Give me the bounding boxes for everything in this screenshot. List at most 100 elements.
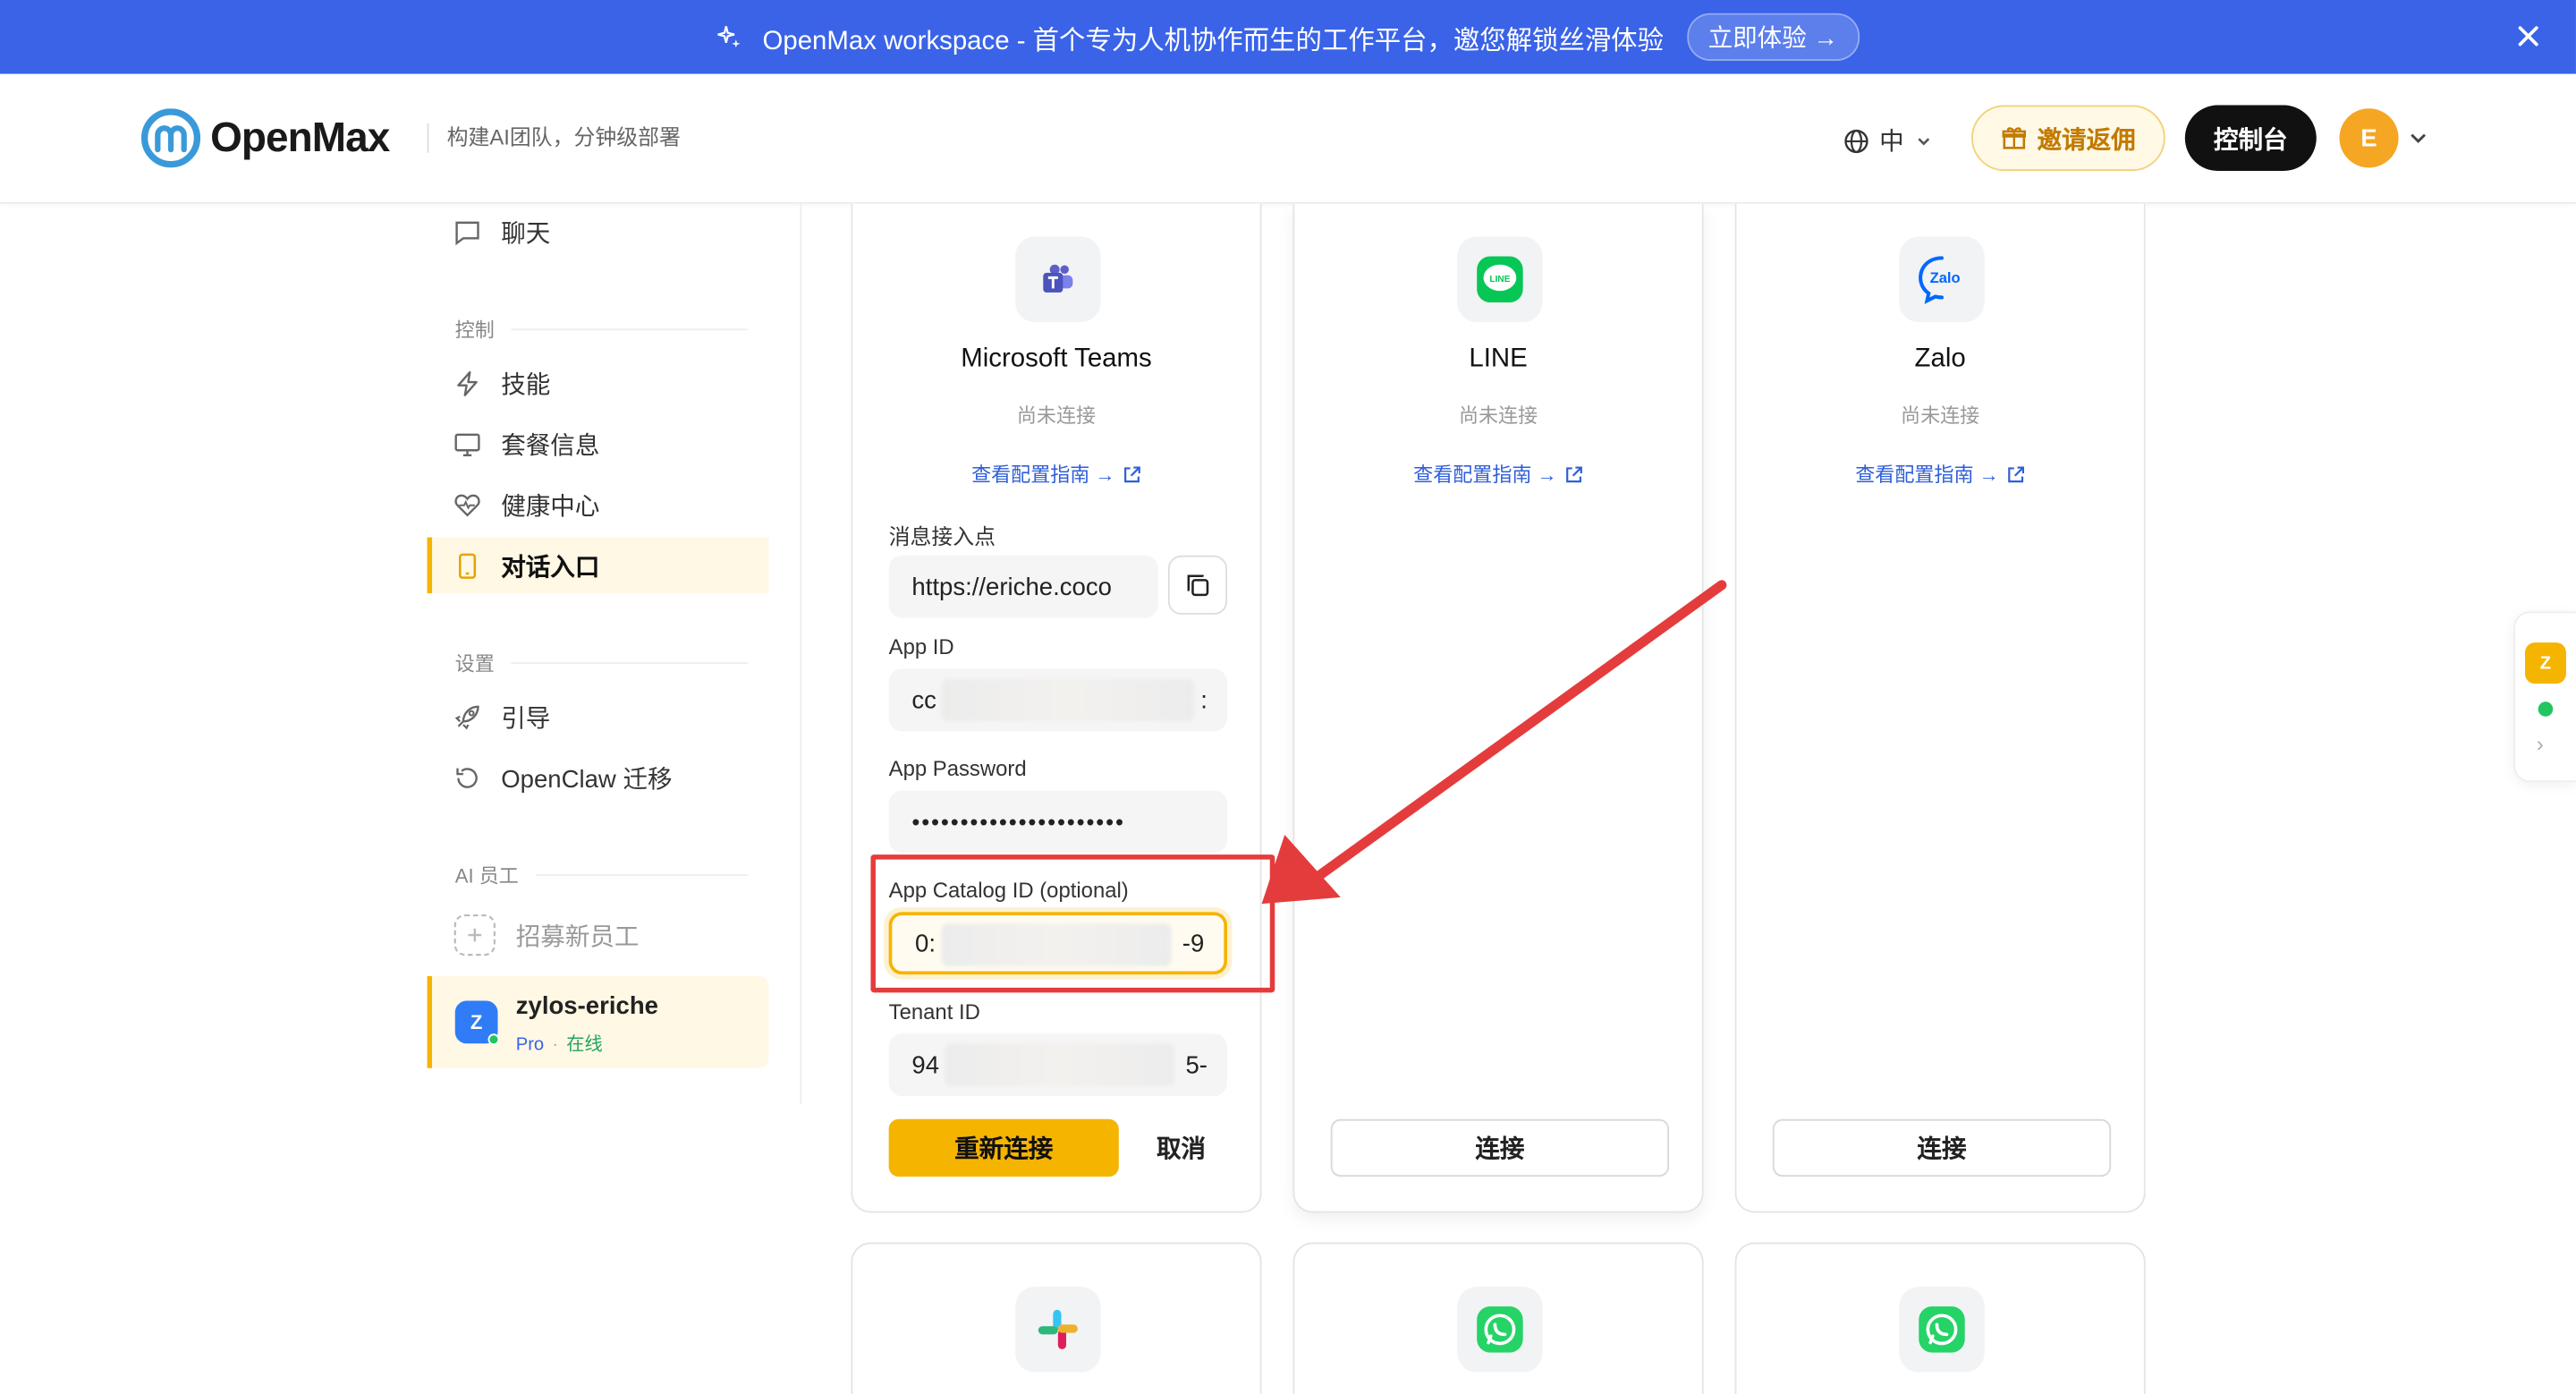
field-value-suffix: 5- <box>1185 1050 1208 1079</box>
copy-icon <box>1187 574 1209 597</box>
sidebar-item-migrate[interactable]: OpenClaw 迁移 <box>428 750 769 805</box>
sidebar-item-entry[interactable]: 对话入口 <box>427 537 769 594</box>
console-button[interactable]: 控制台 <box>2184 105 2317 172</box>
app-id-label: App ID <box>888 633 954 659</box>
tenant-id-field[interactable]: 94 5- <box>888 1033 1228 1097</box>
sidebar-item-label: 引导 <box>501 704 551 733</box>
app-password-label: App Password <box>888 755 1027 781</box>
sidebar-item-label: 套餐信息 <box>501 431 600 460</box>
sidebar-item-label: 对话入口 <box>501 553 600 582</box>
cancel-button[interactable]: 取消 <box>1135 1119 1227 1177</box>
annotation-highlight-box <box>870 854 1275 993</box>
config-guide-link[interactable]: 查看配置指南 → <box>852 460 1260 488</box>
add-user-icon <box>453 914 496 956</box>
online-status-dot <box>2538 701 2554 717</box>
section-control: 控制 <box>455 316 748 344</box>
connection-status: 尚未连接 <box>1016 404 1097 428</box>
agent-badge: Z <box>2525 642 2566 684</box>
user-avatar[interactable]: E <box>2339 108 2399 168</box>
endpoint-field[interactable]: https://eriche.coco <box>888 555 1158 618</box>
invite-label: 邀请返佣 <box>2037 125 2136 154</box>
floating-agent-panel[interactable]: Z › <box>2513 611 2576 783</box>
guide-label: 查看配置指南 → <box>1855 463 1999 487</box>
slack-icon <box>1015 1287 1101 1373</box>
chevron-right-icon[interactable]: › <box>2537 731 2544 756</box>
rocket-icon <box>453 702 481 730</box>
external-link-icon <box>2007 465 2024 482</box>
gift-icon <box>2002 127 2026 149</box>
chevron-down-icon <box>1918 137 1930 145</box>
line-icon-text: LINE <box>1489 275 1510 285</box>
config-guide-link[interactable]: 查看配置指南 → <box>1736 460 2144 488</box>
history-icon <box>453 763 481 791</box>
channel-card-whatsapp <box>1292 1242 1704 1394</box>
language-label: 中 <box>1879 128 1904 157</box>
top-header: OpenMax 构建AI团队，分钟级部署 中 邀请返佣 控制台 E <box>0 73 2576 204</box>
annotation-arrow-icon <box>1261 580 1727 905</box>
sidebar-item-chat[interactable]: 聊天 <box>428 204 769 259</box>
connect-button[interactable]: 连接 <box>1772 1118 2112 1177</box>
chat-bubble-icon <box>453 217 481 245</box>
openmax-logo-icon <box>140 108 201 168</box>
connection-status: 尚未连接 <box>1901 404 1980 428</box>
sidebar-item-label: 技能 <box>501 370 551 399</box>
meta-separator: · <box>552 1035 559 1056</box>
sidebar-item-plan[interactable]: 套餐信息 <box>428 416 769 472</box>
redaction-blur <box>945 1043 1175 1087</box>
config-guide-link[interactable]: 查看配置指南 → <box>1294 460 1702 488</box>
chevron-down-icon[interactable] <box>2407 126 2430 149</box>
banner-text: OpenMax workspace - 首个专为人机协作而生的工作平台，邀您解锁… <box>762 27 1664 55</box>
sidebar-item-health[interactable]: 健康中心 <box>428 477 769 532</box>
whatsapp-icon <box>1899 1287 1985 1373</box>
connect-button[interactable]: 连接 <box>1330 1118 1670 1177</box>
section-label: 控制 <box>454 319 495 343</box>
field-value-suffix: : <box>1200 685 1208 715</box>
sidebar-item-skills[interactable]: 技能 <box>428 355 769 411</box>
agent-name: zylos-eriche <box>515 992 659 1021</box>
recruit-new-staff-button[interactable]: 招募新员工 <box>428 907 769 963</box>
card-title: Zalo <box>1914 344 1966 373</box>
guide-label: 查看配置指南 → <box>1413 463 1557 487</box>
sidebar-item-label: 健康中心 <box>501 492 600 521</box>
card-title: Microsoft Teams <box>961 344 1152 373</box>
copy-button[interactable] <box>1167 555 1228 615</box>
close-icon[interactable] <box>2513 21 2543 51</box>
tagline: 构建AI团队，分钟级部署 <box>427 123 681 153</box>
sparkle-icon <box>716 24 742 50</box>
invite-rebate-button[interactable]: 邀请返佣 <box>1971 105 2165 172</box>
channel-card-teams: Microsoft Teams 尚未连接 查看配置指南 → 消息接入点 http… <box>851 203 1262 1213</box>
line-icon: LINE <box>1457 236 1543 322</box>
channel-card-whatsapp-business <box>1734 1242 2146 1394</box>
reconnect-button[interactable]: 重新连接 <box>888 1118 1119 1177</box>
sidebar-item-label: OpenClaw 迁移 <box>501 764 673 794</box>
app-password-field[interactable]: •••••••••••••••••••••• <box>888 790 1228 854</box>
app-id-field[interactable]: cc : <box>888 668 1228 732</box>
channel-card-zalo: Zalo Zalo 尚未连接 查看配置指南 → 连接 <box>1734 203 2146 1213</box>
endpoint-label: 消息接入点 <box>888 523 996 549</box>
whatsapp-icon <box>1457 1287 1543 1373</box>
online-status-dot <box>487 1033 500 1046</box>
channel-card-slack <box>851 1242 1262 1394</box>
section-label: 设置 <box>454 652 495 676</box>
tenant-id-label: Tenant ID <box>888 999 980 1024</box>
plan-badge: Pro <box>515 1035 545 1056</box>
app-root: OpenMax workspace - 首个专为人机协作而生的工作平台，邀您解锁… <box>0 0 2576 1394</box>
guide-label: 查看配置指南 → <box>971 463 1115 487</box>
brand-logo[interactable]: OpenMax <box>140 108 390 168</box>
redaction-blur <box>941 678 1195 722</box>
try-now-button[interactable]: 立即体验 → <box>1686 13 1860 61</box>
agent-item-zylos-eriche[interactable]: Z zylos-eriche Pro · 在线 <box>427 975 769 1068</box>
sidebar-item-label: 招募新员工 <box>515 922 640 951</box>
field-value-prefix: 94 <box>911 1050 940 1079</box>
lightning-icon <box>453 369 481 396</box>
language-switcher[interactable]: 中 <box>1843 123 1934 158</box>
heart-pulse-icon <box>453 490 481 518</box>
monitor-icon <box>453 429 481 457</box>
zalo-icon: Zalo <box>1899 236 1985 322</box>
external-link-icon <box>1565 465 1582 482</box>
phone-icon <box>453 551 481 579</box>
globe-icon <box>1844 128 1868 153</box>
sidebar-item-guide[interactable]: 引导 <box>428 689 769 744</box>
agent-meta: Pro · 在线 <box>516 1031 603 1057</box>
sidebar: 聊天 控制 技能 套餐信息 健康中心 对话入口 设置 引导 OpenClaw 迁… <box>427 203 802 1105</box>
